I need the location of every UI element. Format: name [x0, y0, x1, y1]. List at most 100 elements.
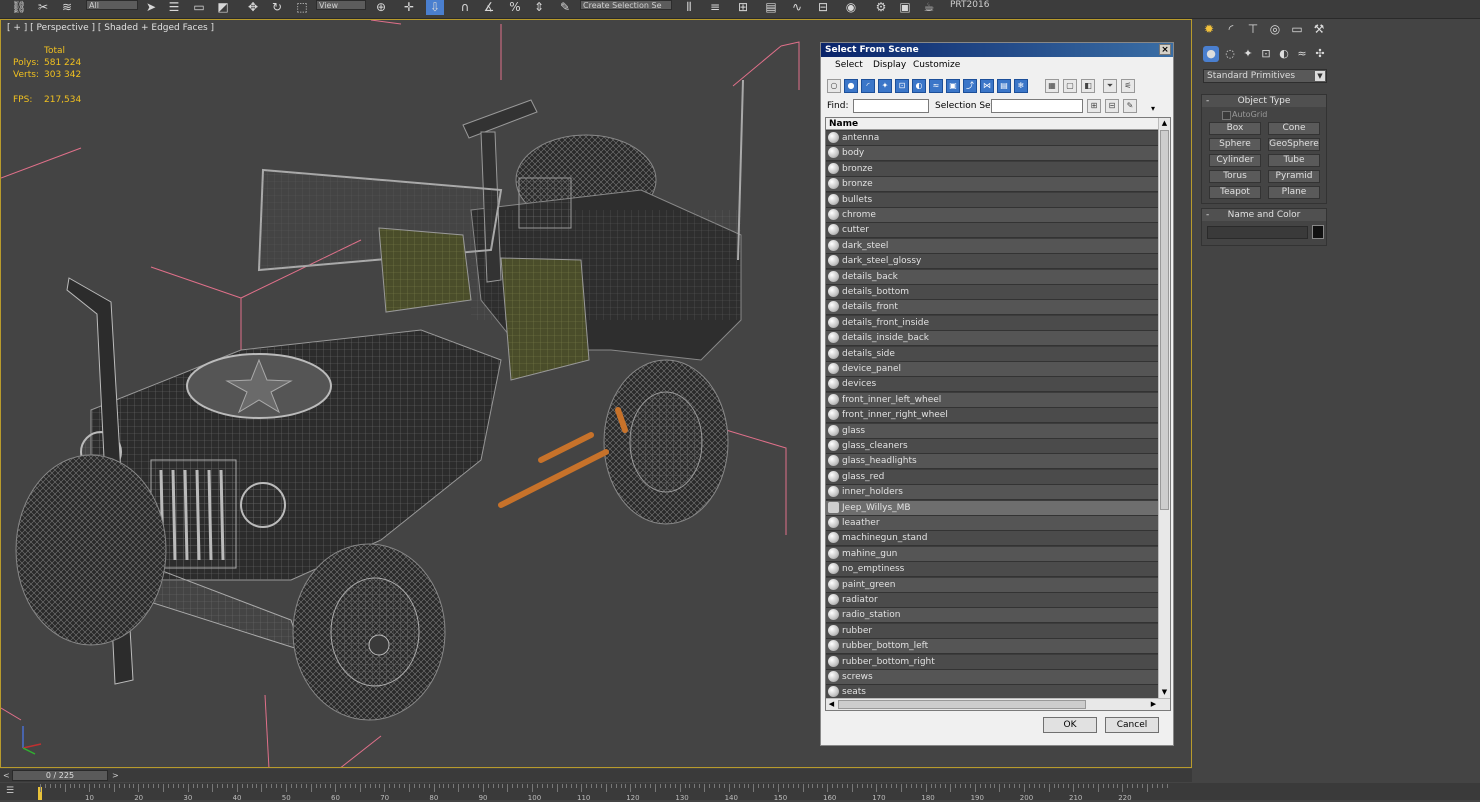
viewport-label[interactable]: [ + ] [ Perspective ] [ Shaded + Edged F…: [7, 23, 214, 33]
reference-coordinate-combo[interactable]: View: [316, 0, 366, 10]
track-bar[interactable]: ☰ 10 20 30 40 50 60 70 80 90 100 110 120 130 140 150 16…: [0, 783, 1480, 802]
object-name-field[interactable]: [1207, 226, 1308, 239]
remove-from-set-icon[interactable]: ⊟: [1105, 99, 1119, 113]
schematic-view-icon[interactable]: ⊟: [814, 0, 832, 15]
display-frozen-icon[interactable]: ❄: [1014, 79, 1028, 93]
scale-icon[interactable]: ⬚: [293, 0, 311, 15]
menu-display[interactable]: Display: [873, 59, 906, 71]
display-shapes-icon[interactable]: ◜: [861, 79, 875, 93]
next-frame-icon[interactable]: >: [112, 769, 119, 782]
mirror-icon[interactable]: ⫴: [680, 0, 698, 15]
list-item[interactable]: leaather: [826, 516, 1158, 531]
scroll-thumb[interactable]: [838, 700, 1086, 709]
unlink-icon[interactable]: ✂: [34, 0, 52, 15]
dialog-title-bar[interactable]: Select From Scene ×: [821, 43, 1173, 57]
vertical-scrollbar[interactable]: ▲ ▼: [1158, 118, 1170, 698]
render-setup-icon[interactable]: ⚙: [872, 0, 890, 15]
geosphere-button[interactable]: GeoSphere: [1268, 138, 1320, 151]
scroll-up-icon[interactable]: ▲: [1159, 118, 1170, 129]
name-column-header[interactable]: Name: [826, 118, 1158, 130]
display-containers-icon[interactable]: ▤: [997, 79, 1011, 93]
modify-tab-icon[interactable]: ◜: [1222, 21, 1240, 37]
scroll-down-icon[interactable]: ▼: [1159, 687, 1170, 698]
select-all-icon[interactable]: ▦: [1045, 79, 1059, 93]
align-icon[interactable]: ≡: [706, 0, 724, 15]
list-item[interactable]: bullets: [826, 192, 1158, 208]
list-item[interactable]: glass_red: [826, 469, 1158, 485]
display-groups-icon[interactable]: ▣: [946, 79, 960, 93]
scene-object-list[interactable]: Name antenna body bronze bronze bullets chrom…: [825, 117, 1171, 711]
selection-set-dropdown[interactable]: [991, 99, 1083, 113]
box-button[interactable]: Box: [1209, 122, 1261, 135]
filter-icon[interactable]: ⏷: [1103, 79, 1117, 93]
list-item[interactable]: dark_steel: [826, 238, 1158, 254]
torus-button[interactable]: Torus: [1209, 170, 1261, 183]
teapot-button[interactable]: Teapot: [1209, 186, 1261, 199]
keyboard-shortcut-override-icon[interactable]: ⇩: [426, 0, 444, 15]
list-item[interactable]: details_front: [826, 300, 1158, 316]
material-editor-icon[interactable]: ◉: [842, 0, 860, 15]
plane-button[interactable]: Plane: [1268, 186, 1320, 199]
list-item[interactable]: front_inner_right_wheel: [826, 408, 1158, 424]
display-space-warps-icon[interactable]: ≈: [929, 79, 943, 93]
list-item[interactable]: front_inner_left_wheel: [826, 392, 1158, 408]
select-object-icon[interactable]: ➤: [142, 0, 160, 15]
list-item[interactable]: glass_cleaners: [826, 439, 1158, 454]
time-slider-thumb[interactable]: 0 / 225: [12, 770, 108, 781]
shapes-icon[interactable]: ◌: [1222, 46, 1238, 62]
tube-button[interactable]: Tube: [1268, 154, 1320, 167]
geometry-icon[interactable]: ●: [1203, 46, 1219, 62]
rotate-icon[interactable]: ↻: [268, 0, 286, 15]
find-input[interactable]: [853, 99, 929, 113]
display-geometry-icon[interactable]: ●: [844, 79, 858, 93]
filter-options-icon[interactable]: ⚟: [1121, 79, 1135, 93]
cylinder-button[interactable]: Cylinder: [1209, 154, 1261, 167]
display-lights-icon[interactable]: ✦: [878, 79, 892, 93]
time-slider[interactable]: < 0 / 225 >: [0, 769, 1192, 782]
list-item[interactable]: rubber_bottom_right: [826, 654, 1158, 670]
cameras-icon[interactable]: ⊡: [1258, 46, 1274, 62]
window-crossing-icon[interactable]: ◩: [214, 0, 232, 15]
list-item[interactable]: radiator: [826, 593, 1158, 608]
select-invert-icon[interactable]: ◧: [1081, 79, 1095, 93]
display-tab-icon[interactable]: ▭: [1288, 21, 1306, 37]
list-item[interactable]: mahine_gun: [826, 546, 1158, 562]
list-item[interactable]: inner_holders: [826, 485, 1158, 501]
cone-button[interactable]: Cone: [1268, 122, 1320, 135]
list-item[interactable]: antenna: [826, 131, 1158, 146]
list-item[interactable]: details_back: [826, 269, 1158, 285]
list-item[interactable]: rubber: [826, 623, 1158, 639]
spinner-snap-icon[interactable]: ⇕: [530, 0, 548, 15]
list-item[interactable]: glass: [826, 423, 1158, 439]
object-color-swatch[interactable]: [1312, 225, 1324, 239]
utilities-tab-icon[interactable]: ⚒: [1310, 21, 1328, 37]
named-selection-combo[interactable]: Create Selection Se: [580, 0, 672, 10]
list-item[interactable]: glass_headlights: [826, 454, 1158, 470]
move-icon[interactable]: ✥: [244, 0, 262, 15]
menu-customize[interactable]: Customize: [913, 59, 960, 71]
list-item[interactable]: screws: [826, 670, 1158, 685]
hierarchy-tab-icon[interactable]: ⊤: [1244, 21, 1262, 37]
list-item[interactable]: body: [826, 146, 1158, 162]
systems-icon[interactable]: ✣: [1312, 46, 1328, 62]
display-cameras-icon[interactable]: ⊡: [895, 79, 909, 93]
angle-snap-icon[interactable]: ∡: [480, 0, 498, 15]
space-warps-icon[interactable]: ≈: [1294, 46, 1310, 62]
edit-set-icon[interactable]: ✎: [1123, 99, 1137, 113]
list-item[interactable]: dark_steel_glossy: [826, 254, 1158, 270]
list-item[interactable]: cutter: [826, 223, 1158, 239]
motion-tab-icon[interactable]: ◎: [1266, 21, 1284, 37]
link-icon[interactable]: ⛓: [10, 0, 28, 15]
scroll-left-icon[interactable]: ◀: [826, 699, 837, 710]
horizontal-scrollbar[interactable]: ◀ ▶: [826, 698, 1170, 710]
layer-explorer-icon[interactable]: ⊞: [734, 0, 752, 15]
curve-editor-icon[interactable]: ∿: [788, 0, 806, 15]
edit-named-selection-icon[interactable]: ✎: [556, 0, 574, 15]
scroll-right-icon[interactable]: ▶: [1148, 699, 1159, 710]
primitive-category-dropdown[interactable]: Standard Primitives ▼: [1203, 69, 1327, 83]
list-item[interactable]: details_front_inside: [826, 315, 1158, 331]
rendered-frame-window-icon[interactable]: ▣: [896, 0, 914, 15]
lights-icon[interactable]: ✦: [1240, 46, 1256, 62]
display-bones-icon[interactable]: ⋈: [980, 79, 994, 93]
scroll-thumb[interactable]: [1160, 130, 1169, 510]
